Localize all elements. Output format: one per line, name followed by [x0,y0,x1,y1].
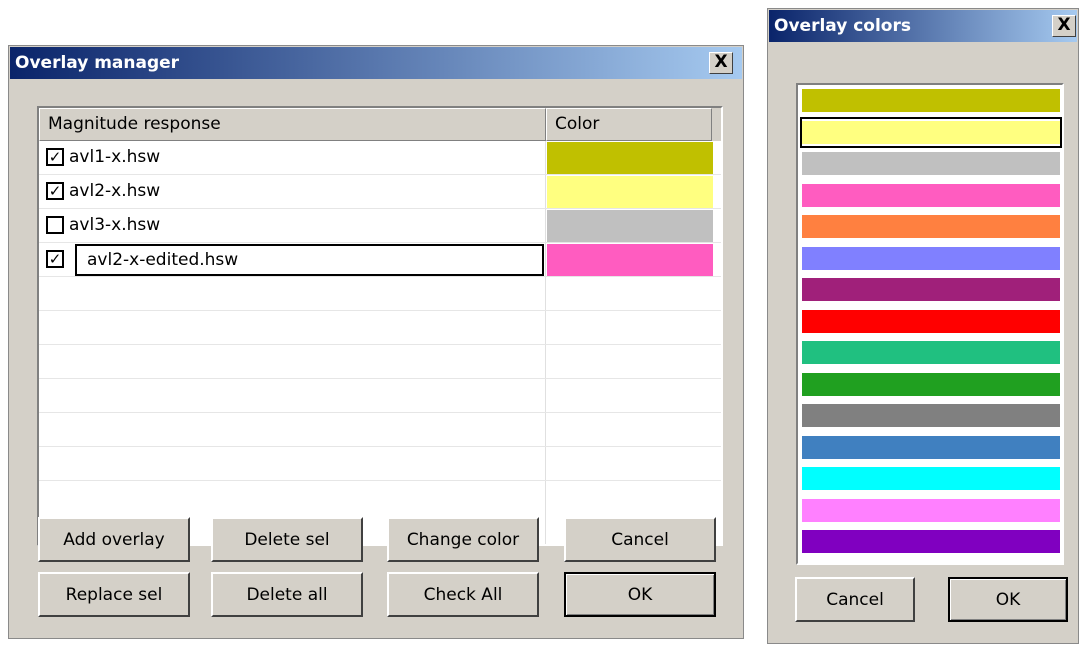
palette-color-item[interactable] [802,341,1060,364]
delete-sel-button[interactable]: Delete sel [211,517,363,562]
table-row[interactable] [39,345,721,379]
close-icon[interactable]: X [709,52,733,74]
add-overlay-button[interactable]: Add overlay [38,517,190,562]
palette-color-item[interactable] [802,372,1060,396]
overlay-checkbox[interactable]: ✓ [46,148,64,166]
palette-color-item[interactable] [802,89,1060,112]
overlay-manager-title-bar[interactable]: Overlay manager X [10,47,742,79]
table-row[interactable]: avl3-x.hsw [39,209,721,243]
close-icon[interactable]: X [1052,15,1076,37]
overlay-manager-dialog: Overlay manager X Magnitude response Col… [8,45,744,639]
column-header-color[interactable]: Color [546,108,712,141]
change-color-button[interactable]: Change color [387,517,539,562]
palette-selection-outline [800,116,1062,148]
cancel-button[interactable]: Cancel [564,517,716,562]
overlay-checkbox[interactable]: ✓ [46,250,64,268]
overlay-name: avl2-x.hsw [69,181,161,201]
table-row[interactable]: ✓ avl2-x.hsw [39,175,721,209]
palette-color-item[interactable] [802,278,1060,301]
table-row[interactable] [39,413,721,447]
overlay-color-swatch[interactable] [547,210,713,242]
list-header: Magnitude response Color [39,108,721,141]
palette-color-item[interactable] [802,152,1060,175]
overlay-name: avl3-x.hsw [69,215,161,235]
overlay-name-edit-field[interactable]: avl2-x-edited.hsw [75,244,544,276]
overlay-checkbox[interactable]: ✓ [46,182,64,200]
overlay-manager-title: Overlay manager [15,53,180,73]
palette-color-item[interactable] [802,530,1060,553]
color-palette-list[interactable] [796,83,1064,565]
overlay-color-swatch[interactable] [547,142,713,174]
table-row[interactable]: ✓ avl2-x-edited.hsw [39,243,721,277]
palette-color-item[interactable] [802,215,1060,238]
table-row[interactable] [39,379,721,413]
check-all-button[interactable]: Check All [387,572,539,617]
table-row[interactable] [39,447,721,481]
overlay-color-swatch[interactable] [547,244,713,276]
ok-button[interactable]: OK [564,572,716,617]
replace-sel-button[interactable]: Replace sel [38,572,190,617]
overlay-colors-title: Overlay colors [774,16,911,36]
palette-color-item[interactable] [802,309,1060,333]
column-header-magnitude-response[interactable]: Magnitude response [39,108,546,141]
overlay-name: avl1-x.hsw [69,147,161,167]
overlay-list[interactable]: Magnitude response Color ✓ avl1-x.hsw ✓ avl… [37,106,723,546]
palette-color-item[interactable] [802,404,1060,427]
palette-color-item[interactable] [802,183,1060,207]
delete-all-button[interactable]: Delete all [211,572,363,617]
overlay-colors-title-bar[interactable]: Overlay colors X [769,10,1077,42]
overlay-color-swatch[interactable] [547,176,713,208]
table-row[interactable]: ✓ avl1-x.hsw [39,141,721,175]
palette-color-item[interactable] [802,246,1060,270]
table-row[interactable] [39,311,721,345]
colors-cancel-button[interactable]: Cancel [795,577,915,622]
palette-color-item[interactable] [802,435,1060,459]
palette-color-item[interactable] [802,498,1060,522]
overlay-colors-dialog: Overlay colors X Cancel OK [767,8,1079,644]
colors-ok-button[interactable]: OK [948,577,1068,622]
table-row[interactable] [39,277,721,311]
overlay-checkbox[interactable] [46,216,64,234]
palette-color-item[interactable] [802,467,1060,490]
